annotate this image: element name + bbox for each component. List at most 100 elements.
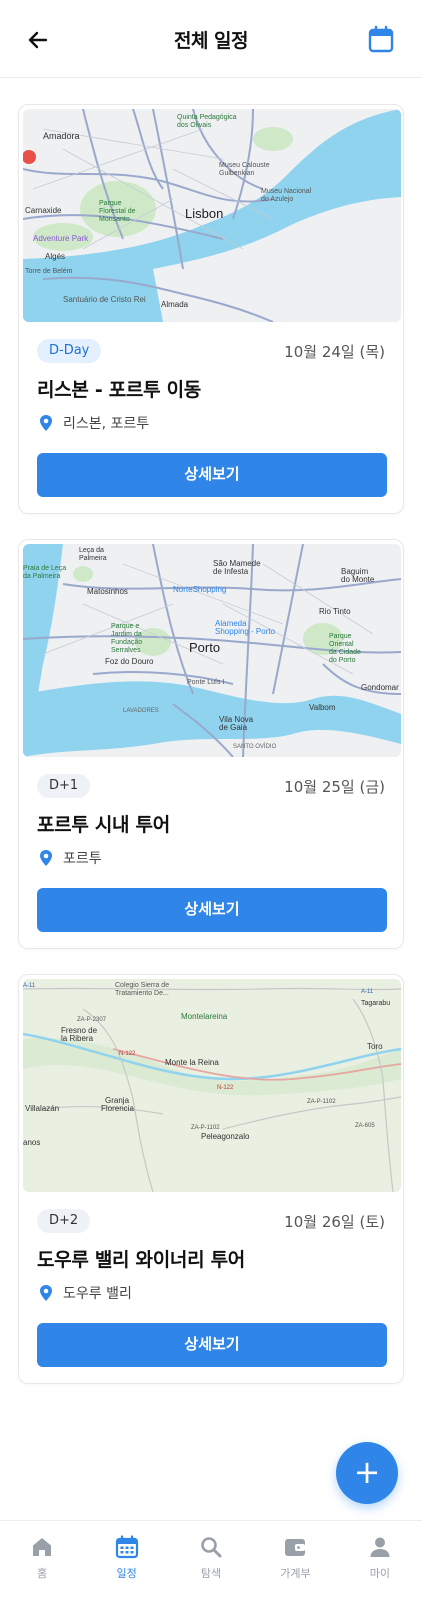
svg-text:Torre de Belém: Torre de Belém: [25, 268, 73, 275]
svg-text:LAVADORES: LAVADORES: [123, 708, 159, 714]
location-label: 리스본, 포르투: [63, 416, 150, 432]
nav-label: 마이: [369, 1567, 390, 1580]
svg-text:Monsanto: Monsanto: [99, 216, 130, 223]
svg-text:Valbom: Valbom: [309, 703, 336, 712]
svg-text:N-122: N-122: [119, 1051, 136, 1057]
svg-text:Tagarabu: Tagarabu: [361, 1000, 390, 1007]
schedule-date: 10월 24일 (목): [284, 343, 385, 361]
svg-text:Jardim da: Jardim da: [111, 631, 142, 638]
schedule-card: Leça da Palmeira Praia de Leça da Palmei…: [18, 539, 404, 949]
svg-text:Amadora: Amadora: [43, 131, 80, 141]
svg-text:anos: anos: [23, 1138, 40, 1147]
schedule-date: 10월 26일 (토): [284, 1213, 385, 1231]
svg-text:do Monte: do Monte: [341, 575, 375, 584]
nav-label: 일정: [116, 1567, 137, 1580]
svg-text:de Infesta: de Infesta: [213, 567, 249, 576]
svg-text:Shopping - Porto: Shopping - Porto: [215, 627, 276, 636]
nav-label: 탐색: [200, 1567, 222, 1580]
schedule-card: Colegio Sierra de Tratamiento De... Fres…: [18, 974, 404, 1384]
svg-text:Serralves: Serralves: [111, 647, 141, 654]
svg-text:A-11: A-11: [361, 989, 374, 995]
svg-text:do Porto: do Porto: [329, 657, 356, 664]
svg-text:Gondomar: Gondomar: [361, 683, 399, 692]
svg-text:NorteShopping: NorteShopping: [173, 585, 226, 594]
svg-text:Parque e: Parque e: [111, 623, 140, 630]
svg-text:Florencia: Florencia: [101, 1104, 134, 1113]
location-pin-icon: [40, 850, 52, 866]
svg-text:Gulbenkian: Gulbenkian: [219, 170, 255, 177]
nav-label: 홈: [37, 1567, 48, 1580]
svg-text:Ponte Luís I: Ponte Luís I: [187, 679, 224, 686]
view-details-button[interactable]: 상세보기: [37, 888, 387, 932]
view-details-button[interactable]: 상세보기: [37, 1323, 387, 1367]
schedule-title: 포르투 시내 투어: [37, 814, 170, 836]
svg-text:Leça da: Leça da: [79, 547, 104, 554]
svg-text:Almada: Almada: [161, 300, 189, 309]
svg-text:A-11: A-11: [23, 983, 36, 989]
svg-text:Carnaxide: Carnaxide: [25, 206, 62, 215]
svg-text:ZA-P-1102: ZA-P-1102: [307, 1099, 336, 1105]
add-schedule-button[interactable]: +: [336, 1442, 398, 1504]
location-pin-icon: [40, 1285, 52, 1301]
d-day-badge: D+2: [37, 1209, 91, 1233]
wallet-icon: [285, 1539, 306, 1556]
svg-text:Museu Calouste: Museu Calouste: [219, 162, 270, 169]
nav-item-schedule[interactable]: 일정: [84, 1521, 168, 1600]
location-label: 포르투: [63, 851, 102, 867]
svg-text:la Ribera: la Ribera: [61, 1034, 94, 1043]
svg-text:Villalazán: Villalazán: [25, 1104, 59, 1113]
person-icon: [370, 1537, 390, 1557]
view-details-button[interactable]: 상세보기: [37, 453, 387, 497]
svg-text:Fundação: Fundação: [111, 639, 142, 646]
svg-text:Praia de Leça: Praia de Leça: [23, 565, 66, 572]
svg-text:Parque: Parque: [99, 200, 122, 207]
plus-icon: +: [353, 1453, 381, 1491]
svg-text:Foz do Douro: Foz do Douro: [105, 657, 154, 666]
svg-text:SANTO OVÍDIO: SANTO OVÍDIO: [233, 743, 277, 750]
nav-item-explore[interactable]: 탐색: [169, 1521, 253, 1600]
map-thumbnail[interactable]: Amadora Lisbon Carnaxide Algés Almada Sa…: [23, 109, 401, 322]
svg-text:Toro: Toro: [367, 1042, 383, 1051]
svg-text:ZA-605: ZA-605: [355, 1123, 375, 1129]
svg-text:Matosinhos: Matosinhos: [87, 587, 128, 596]
nav-item-my[interactable]: 마이: [338, 1521, 422, 1600]
svg-text:Colegio Sierra de: Colegio Sierra de: [115, 982, 169, 989]
bottom-navigation: 홈 일정 탐색 가계부 마이: [0, 1520, 422, 1600]
map-thumbnail[interactable]: Leça da Palmeira Praia de Leça da Palmei…: [23, 544, 401, 757]
svg-text:Monte la Reina: Monte la Reina: [165, 1058, 219, 1067]
svg-text:Rio Tinto: Rio Tinto: [319, 607, 351, 616]
map-thumbnail[interactable]: Colegio Sierra de Tratamiento De... Fres…: [23, 979, 401, 1192]
svg-text:N-122: N-122: [217, 1085, 234, 1091]
schedule-card: Amadora Lisbon Carnaxide Algés Almada Sa…: [18, 104, 404, 514]
schedule-location: 포르투: [39, 848, 102, 868]
svg-text:da Cidade: da Cidade: [329, 649, 361, 656]
svg-text:Adventure Park: Adventure Park: [33, 234, 89, 243]
search-icon: [201, 1537, 222, 1558]
nav-item-budget[interactable]: 가계부: [253, 1521, 337, 1600]
svg-text:ZA-P-2307: ZA-P-2307: [77, 1017, 107, 1023]
svg-text:Santuário de Cristo Rei: Santuário de Cristo Rei: [63, 295, 146, 304]
calendar-icon: [115, 1535, 138, 1559]
svg-text:dos Olivais: dos Olivais: [177, 122, 212, 129]
nav-item-home[interactable]: 홈: [0, 1521, 84, 1600]
location-label: 도우루 밸리: [63, 1286, 132, 1302]
schedule-location: 도우루 밸리: [39, 1283, 132, 1303]
page-title: 전체 일정: [173, 30, 249, 52]
schedule-location: 리스본, 포르투: [39, 413, 149, 433]
d-day-badge: D-Day: [37, 339, 102, 363]
svg-text:Oriental: Oriental: [329, 641, 354, 648]
svg-text:Parque: Parque: [329, 633, 352, 640]
svg-text:Algés: Algés: [45, 252, 65, 261]
d-day-badge: D+1: [37, 774, 91, 798]
calendar-icon[interactable]: [368, 25, 394, 53]
schedule-title: 리스본 - 포르투 이동: [37, 379, 201, 401]
schedule-title: 도우루 밸리 와이너리 투어: [37, 1249, 245, 1271]
svg-text:Palmeira: Palmeira: [79, 555, 107, 562]
svg-text:Peleagonzalo: Peleagonzalo: [201, 1132, 250, 1141]
svg-text:Porto: Porto: [189, 640, 220, 655]
svg-text:Montelareina: Montelareina: [181, 1012, 228, 1021]
nav-label: 가계부: [280, 1567, 311, 1580]
svg-text:Tratamiento De...: Tratamiento De...: [115, 990, 169, 997]
svg-text:ZA-P-1102: ZA-P-1102: [191, 1125, 220, 1131]
svg-text:Quinta Pedagógica: Quinta Pedagógica: [177, 114, 237, 121]
